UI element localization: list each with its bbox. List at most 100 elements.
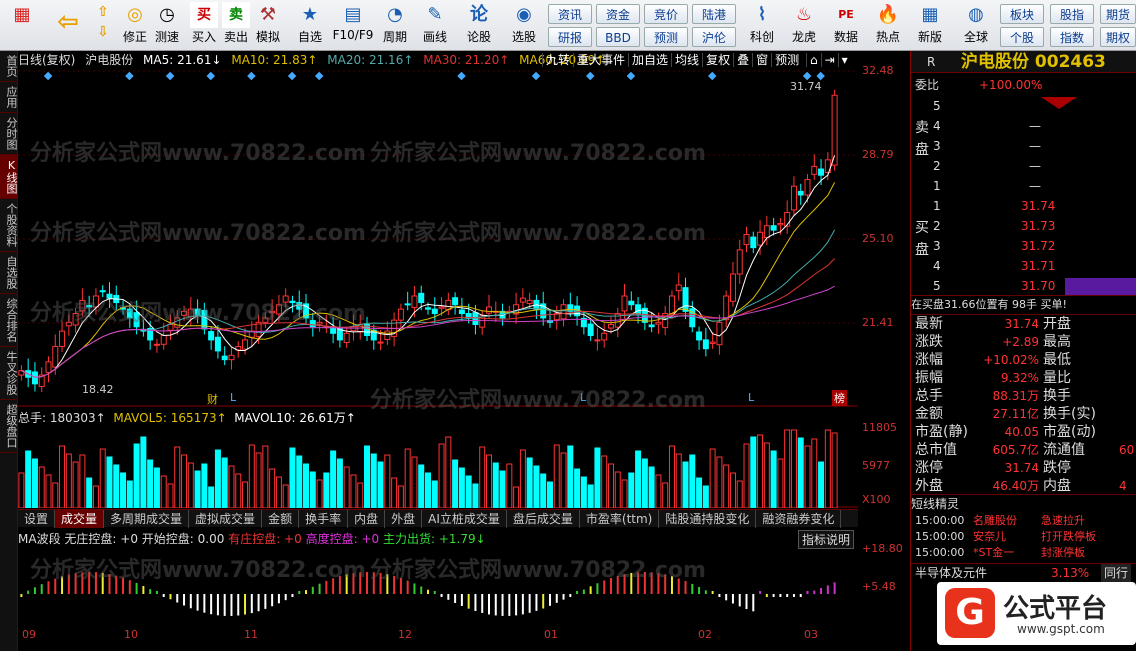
event-marker-icon[interactable]: [626, 71, 636, 81]
new-version-button[interactable]: ▦ 新版: [912, 2, 948, 48]
tab-virtual-volume[interactable]: 虚拟成交量: [189, 510, 263, 528]
lock-icon[interactable]: ⌂: [805, 53, 821, 67]
sprite-row[interactable]: 15:00:00 名雕股份 急速拉升: [911, 513, 1136, 529]
tab-settings[interactable]: 设置: [18, 510, 56, 528]
tab-margin[interactable]: 融资融券变化: [756, 510, 842, 528]
buy-row[interactable]: 4 31.71: [911, 257, 1136, 276]
sprite-row[interactable]: 15:00:00 安奈儿 打开跌停板: [911, 529, 1136, 545]
event-marker-icon[interactable]: [125, 71, 134, 81]
index-button[interactable]: 指数: [1050, 27, 1094, 47]
stock-picker-button[interactable]: ◉ 选股: [504, 2, 544, 48]
futures-button[interactable]: 期货: [1100, 4, 1136, 24]
tab-amount[interactable]: 金额: [262, 510, 300, 528]
index-futures-button[interactable]: 股指: [1050, 4, 1094, 24]
volume-chart[interactable]: [18, 424, 858, 508]
sell-row[interactable]: 2—: [911, 157, 1136, 176]
menu-events[interactable]: 重大事件: [573, 53, 629, 67]
left-tab-kline[interactable]: K线图: [0, 155, 18, 199]
auction-button[interactable]: 竞价: [644, 4, 688, 24]
stock-button[interactable]: 个股: [1000, 27, 1044, 47]
left-tab-profile[interactable]: 个股资料: [0, 199, 18, 252]
event-marker-icon[interactable]: [707, 71, 717, 81]
tab-multi-period-volume[interactable]: 多周期成交量: [104, 510, 190, 528]
draw-button[interactable]: ✎ 画线: [418, 2, 452, 48]
buy-row[interactable]: 2 31.73: [911, 217, 1136, 236]
back-arrow-icon[interactable]: ⇦: [52, 2, 84, 48]
tab-connect-holdings[interactable]: 陆股通持股变化: [659, 510, 757, 528]
l-marker-1[interactable]: L: [230, 391, 236, 404]
event-marker-icon[interactable]: [531, 71, 541, 81]
tab-ai-volume[interactable]: AI立桩成交量: [422, 510, 507, 528]
menu-forecast[interactable]: 预测: [771, 53, 803, 67]
news-button[interactable]: 资讯: [548, 4, 592, 24]
dropdown-icon[interactable]: ▾: [837, 53, 851, 67]
event-marker-icon[interactable]: [802, 71, 812, 81]
event-marker-icon[interactable]: [206, 71, 215, 81]
research-button[interactable]: 研报: [548, 27, 592, 47]
app-logo-icon[interactable]: ▦: [4, 2, 40, 48]
left-tab-super-quote[interactable]: 超级盘口: [0, 400, 18, 453]
watchlist-button[interactable]: ★ 自选: [292, 2, 328, 48]
left-tab-home[interactable]: 首页: [0, 51, 18, 82]
sector-name[interactable]: 半导体及元件: [915, 564, 987, 583]
f10-button[interactable]: ▤ F10/F9: [330, 2, 376, 48]
tab-outer[interactable]: 外盘: [385, 510, 423, 528]
sell-row[interactable]: 5: [911, 97, 1136, 116]
l-marker-2[interactable]: L: [580, 391, 586, 404]
menu-overlay[interactable]: 叠: [733, 53, 753, 67]
kline-chart[interactable]: [18, 69, 858, 407]
peer-tab[interactable]: 同行: [1101, 564, 1132, 583]
left-tab-diagnosis[interactable]: 牛叉诊股: [0, 347, 18, 400]
simulate-button[interactable]: ⚒ 模拟: [254, 2, 282, 48]
star-market-button[interactable]: ⌇ 科创: [744, 2, 780, 48]
left-tab-intraday[interactable]: 分时图: [0, 113, 18, 155]
event-marker-icon[interactable]: [586, 71, 595, 81]
indicator-chart[interactable]: [18, 548, 858, 626]
sell-row[interactable]: 4—: [911, 117, 1136, 136]
event-marker-icon[interactable]: [165, 71, 175, 81]
menu-add-watch[interactable]: 加自选: [628, 53, 672, 67]
tab-after-hours[interactable]: 盘后成交量: [507, 510, 580, 528]
london-connect-button[interactable]: 沪伦: [692, 27, 736, 47]
revise-button[interactable]: ◎ 修正: [120, 2, 150, 48]
up-down-arrows-icon[interactable]: ⇧ ⇩: [92, 2, 114, 48]
buy-row[interactable]: 5 31.70: [911, 277, 1136, 296]
event-marker-icon[interactable]: [314, 71, 324, 81]
hk-connect-button[interactable]: 陆港: [692, 4, 736, 24]
ranking-badge[interactable]: 榜: [832, 390, 847, 406]
tab-turnover[interactable]: 换手率: [299, 510, 349, 528]
buy-button[interactable]: 买买入: [190, 2, 218, 48]
menu-nine-turn[interactable]: 九转: [542, 53, 574, 67]
sell-row[interactable]: 3—: [911, 137, 1136, 156]
sector-button[interactable]: 板块: [1000, 4, 1044, 24]
menu-ma[interactable]: 均线: [671, 53, 703, 67]
menu-window[interactable]: 窗: [752, 53, 772, 67]
arrows-icon[interactable]: ⇥: [820, 53, 838, 67]
global-button[interactable]: ◍ 全球: [956, 2, 996, 48]
dragon-tiger-button[interactable]: ♨ 龙虎: [786, 2, 822, 48]
buy-row[interactable]: 1 31.74: [911, 197, 1136, 216]
period-label[interactable]: 日线(复权): [18, 53, 75, 67]
sprite-row[interactable]: 15:00:00 *ST金一 封涨停板: [911, 545, 1136, 561]
forum-button[interactable]: 论论股: [462, 2, 496, 48]
event-marker-icon[interactable]: [816, 71, 825, 81]
menu-adjust[interactable]: 复权: [702, 53, 734, 67]
event-marker-icon[interactable]: [457, 71, 466, 81]
event-marker-icon[interactable]: [287, 71, 297, 81]
event-marker-icon[interactable]: [247, 71, 256, 81]
left-tab-apps[interactable]: 应用: [0, 82, 18, 113]
panel-r-label[interactable]: R: [927, 51, 935, 73]
options-button[interactable]: 期权: [1100, 27, 1136, 47]
indicator-help-button[interactable]: 指标说明: [798, 530, 855, 549]
tab-volume[interactable]: 成交量: [55, 510, 105, 528]
sell-row[interactable]: 1—: [911, 177, 1136, 196]
tab-pe-ttm[interactable]: 市盈率(ttm): [580, 510, 660, 528]
finance-marker[interactable]: 财: [207, 391, 218, 407]
left-tab-watchlist[interactable]: 自选股: [0, 252, 18, 294]
tab-inner[interactable]: 内盘: [348, 510, 386, 528]
hotspot-button[interactable]: 🔥 热点: [870, 2, 906, 48]
forecast-button[interactable]: 预测: [644, 27, 688, 47]
funds-button[interactable]: 资金: [596, 4, 640, 24]
sell-button[interactable]: 卖卖出: [222, 2, 250, 48]
buy-row[interactable]: 3 31.72: [911, 237, 1136, 256]
